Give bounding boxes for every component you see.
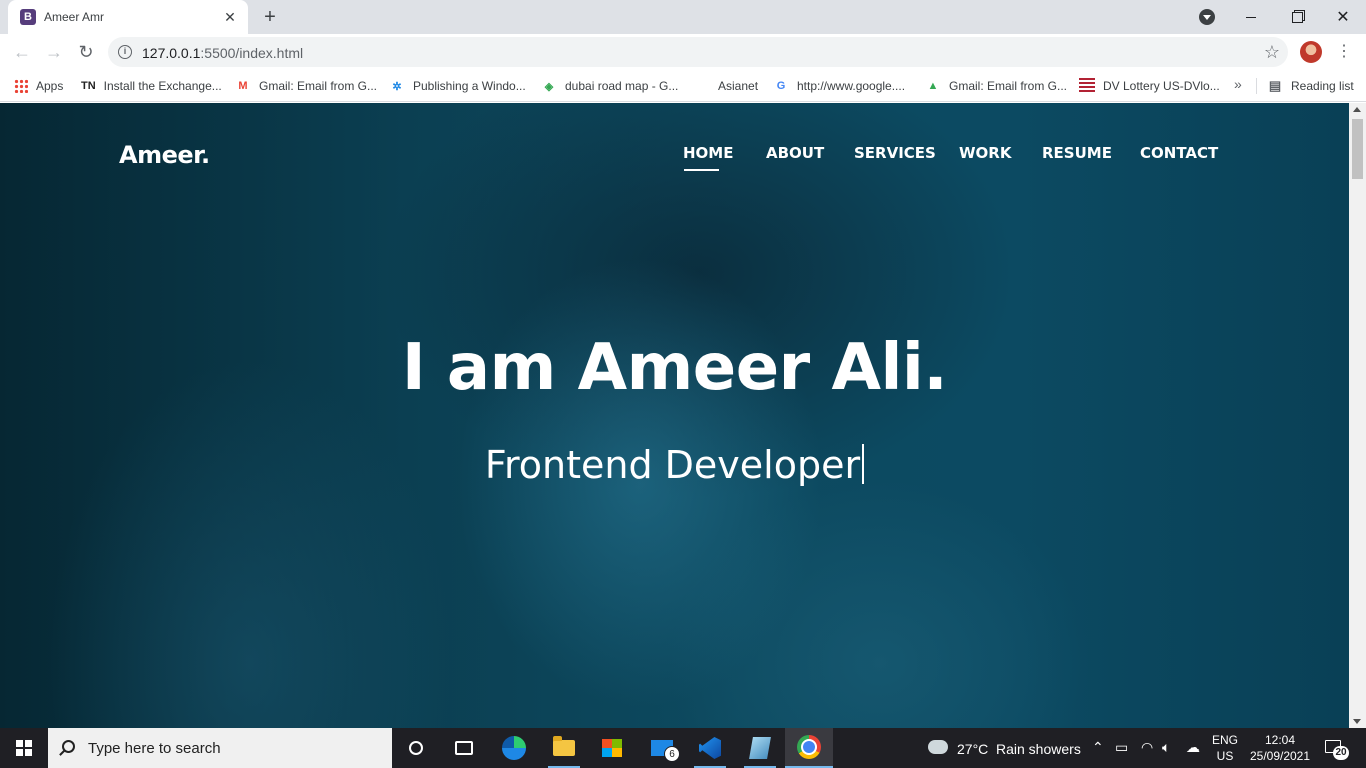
maps-icon: ◈ (544, 80, 554, 93)
bookmarks-overflow-icon[interactable]: » (1234, 76, 1242, 92)
wifi-icon[interactable]: ◠ (1141, 739, 1153, 756)
task-view-icon (455, 741, 473, 755)
clock[interactable]: 12:04 25/09/2021 (1246, 732, 1314, 764)
google-drive-icon: ▲ (927, 80, 939, 92)
bookmark-dubai-map[interactable]: ◈ dubai road map - G... (541, 76, 679, 96)
browser-toolbar: ← → ↻ i 127.0.0.1:5500/index.html ☆ ⋮ (0, 34, 1366, 70)
taskbar-edge[interactable] (490, 728, 538, 768)
tab-close-icon[interactable]: ✕ (222, 9, 238, 25)
profile-avatar[interactable] (1300, 41, 1322, 63)
nav-home[interactable]: HOME (683, 144, 733, 162)
language-indicator[interactable]: ENG US (1212, 732, 1238, 764)
tn-icon: TN (81, 80, 96, 92)
bookmark-apps[interactable]: Apps (14, 76, 63, 96)
clock-date: 25/09/2021 (1249, 749, 1311, 763)
store-icon (602, 739, 622, 757)
nav-work[interactable]: WORK (959, 144, 1011, 162)
nav-contact[interactable]: CONTACT (1140, 144, 1218, 162)
publishing-icon: ✲ (392, 80, 402, 93)
onedrive-cloud-icon[interactable]: ☁︎ (1186, 739, 1200, 756)
tab-title: Ameer Amr (44, 10, 105, 24)
bookmark-dv-lottery[interactable]: DV Lottery US-DVlo... (1079, 76, 1220, 96)
task-view-button[interactable] (440, 728, 488, 768)
taskbar-file-explorer[interactable] (540, 728, 588, 768)
notification-count: 20 (1333, 746, 1349, 760)
reload-icon[interactable]: ↻ (74, 40, 98, 64)
bookmarks-bar: Apps TN Install the Exchange... M Gmail:… (0, 70, 1366, 102)
typing-cursor (862, 444, 865, 484)
nav-services[interactable]: SERVICES (854, 144, 936, 162)
nav-about[interactable]: ABOUT (766, 144, 824, 162)
us-flag-icon (1079, 78, 1095, 94)
notification-center-button[interactable]: 20 (1322, 736, 1349, 760)
site-info-icon[interactable]: i (118, 45, 132, 59)
hero-title: I am Ameer Ali. (401, 331, 948, 405)
new-tab-button[interactable]: + (258, 5, 282, 29)
bookmark-gmail-1[interactable]: M Gmail: Email from G... (235, 76, 377, 96)
start-button[interactable] (0, 728, 48, 768)
bookmark-publishing[interactable]: ✲ Publishing a Windo... (389, 76, 525, 96)
tab-search-icon[interactable] (1199, 9, 1215, 25)
cortana-icon (409, 741, 423, 755)
hero-subtitle-text: Frontend Developer (484, 443, 861, 487)
window-restore-button[interactable] (1274, 0, 1320, 34)
address-bar[interactable]: i 127.0.0.1:5500/index.html ☆ (108, 37, 1288, 67)
bookmark-install-exchange[interactable]: TN Install the Exchange... (81, 76, 222, 96)
volume-icon[interactable]: 🔈︎ (1162, 739, 1170, 756)
clock-time: 12:04 (1264, 733, 1296, 747)
edge-icon (502, 736, 526, 760)
bookmark-asianet[interactable]: Asianet (718, 76, 758, 96)
weather-cloud-icon[interactable] (926, 736, 948, 754)
active-nav-indicator (684, 169, 719, 171)
search-placeholder: Type here to search (88, 740, 221, 757)
reading-list-icon: ▤ (1268, 78, 1282, 93)
taskbar-notepad[interactable] (736, 728, 784, 768)
weather-condition[interactable]: Rain showers (996, 741, 1081, 757)
taskbar-store[interactable] (588, 728, 636, 768)
file-explorer-icon (553, 736, 575, 756)
taskbar-chrome[interactable] (785, 728, 833, 768)
browser-tab-active[interactable]: B Ameer Amr ✕ (8, 0, 248, 34)
browser-menu-icon[interactable]: ⋮ (1336, 42, 1352, 62)
chrome-icon (797, 735, 821, 759)
bookmark-star-icon[interactable]: ☆ (1264, 42, 1280, 63)
bookmark-google[interactable]: G http://www.google.... (773, 76, 905, 96)
hero-section: Ameer. HOME ABOUT SERVICES WORK RESUME C… (0, 103, 1349, 728)
battery-plug-icon[interactable]: ▭ (1115, 739, 1128, 756)
gmail-icon: M (238, 80, 248, 92)
windows-logo-icon (16, 740, 32, 756)
search-icon (62, 740, 75, 753)
back-arrow-icon[interactable]: ← (10, 40, 34, 64)
taskbar-mail[interactable]: 6 (638, 728, 686, 768)
scroll-up-arrow-icon[interactable] (1353, 107, 1361, 112)
nav-resume[interactable]: RESUME (1042, 144, 1112, 162)
taskbar-vscode[interactable] (686, 728, 734, 768)
apps-grid-icon (14, 79, 28, 93)
url-text[interactable]: 127.0.0.1:5500/index.html (142, 45, 303, 61)
reading-list-button[interactable]: ▤ Reading list (1267, 76, 1354, 96)
cortana-button[interactable] (392, 728, 440, 768)
window-close-button[interactable]: ✕ (1320, 0, 1366, 34)
mail-badge: 6 (664, 746, 680, 762)
scroll-down-arrow-icon[interactable] (1353, 719, 1361, 724)
windows-taskbar: Type here to search 6 27°C Rain showers … (0, 728, 1366, 768)
chevron-up-icon[interactable]: ⌃ (1092, 739, 1104, 756)
bootstrap-favicon-icon: B (20, 9, 36, 25)
page-scrollbar[interactable] (1349, 103, 1366, 728)
browser-tab-strip: B Ameer Amr ✕ + ✕ (0, 0, 1366, 34)
notepad-icon (749, 737, 771, 759)
vscode-icon (699, 737, 721, 759)
window-minimize-button[interactable] (1228, 0, 1274, 34)
google-icon: G (776, 80, 786, 92)
taskbar-search[interactable]: Type here to search (48, 728, 392, 768)
bookmark-gmail-2[interactable]: ▲ Gmail: Email from G... (925, 76, 1067, 96)
forward-arrow-icon[interactable]: → (42, 40, 66, 64)
bookmarks-divider (1256, 78, 1257, 94)
weather-temperature[interactable]: 27°C (957, 741, 988, 757)
hero-subtitle-typed: Frontend Developer (0, 443, 1349, 487)
site-logo[interactable]: Ameer. (119, 141, 210, 169)
scroll-thumb[interactable] (1352, 119, 1363, 179)
